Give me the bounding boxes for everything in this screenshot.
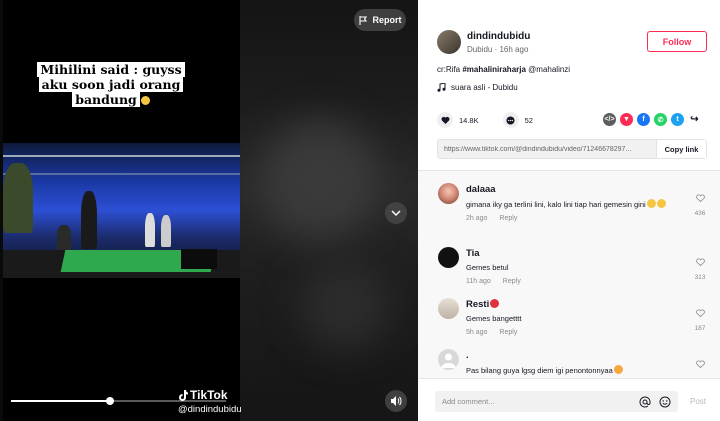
music-info[interactable]: suara asli - Dubidu [437,83,518,92]
details-panel: dindindubidu Dubidu · 16h ago Follow cr:… [418,0,720,421]
commenter-avatar[interactable] [438,247,459,268]
description-text: cr:Rifa [437,65,463,74]
share-buttons: </> ▼ f ✆ t ↪ [603,113,701,126]
heart-outline-icon [695,194,705,203]
crying-emoji-icon [656,199,666,208]
next-video-button[interactable] [385,202,407,224]
embed-icon[interactable]: </> [603,113,616,126]
volume-button[interactable] [385,390,407,412]
comment-text: Pas bilang guya lgsg diem igi penontonny… [466,365,681,376]
comment-input[interactable] [435,397,638,406]
comment-time: 5h ago [466,329,488,336]
like-button[interactable] [437,112,453,128]
hashtag-link[interactable]: #mahaliniraharja [462,65,526,74]
copy-link-button[interactable]: Copy link [656,140,706,158]
comment-time: 11h ago [466,278,491,285]
chevron-down-icon [391,209,401,216]
tiktok-watermark: TikTok @dindindubidu [178,388,242,415]
author-username[interactable]: dindindubidu [467,31,530,42]
flag-icon [358,15,367,25]
mention-link[interactable]: @mahalinzi [526,65,570,74]
comment-text: gimana iky ga terlini lini, kalo lini ti… [466,199,681,210]
volume-icon [390,396,401,406]
comment-like-count: 187 [694,325,706,332]
commenter-username[interactable]: Tia [466,248,681,259]
video-progress-fill [11,400,110,402]
commenter-username[interactable]: Resti [466,299,681,310]
facebook-icon[interactable]: f [637,113,650,126]
default-avatar-icon [441,353,456,368]
comment-like-count: 313 [694,274,706,281]
reply-button[interactable]: Reply [503,278,521,285]
video-progress-knob[interactable] [105,397,114,405]
author-info[interactable]: dindindubidu Dubidu · 16h ago [437,30,530,54]
watermark-brand: TikTok [190,388,228,402]
mention-icon[interactable] [638,395,652,409]
emoji-picker-icon[interactable] [658,395,672,409]
strawberry-emoji-icon [490,299,500,308]
comment-text: Gemes bangetttt [466,314,522,323]
commenter-avatar[interactable] [438,183,459,204]
heart-outline-icon [695,258,705,267]
friends-icon[interactable]: ▼ [620,113,633,126]
heart-outline-icon [695,309,705,318]
comment-like-button[interactable]: 313 [691,253,709,281]
post-comment-button[interactable]: Post [690,397,706,406]
author-display-name: Dubidu [467,44,493,54]
video-player[interactable]: Mihilini said : guyss aku soon jadi oran… [0,0,418,421]
music-note-icon [437,83,446,92]
comment-meta: 5h ago Reply [466,329,681,336]
reply-button[interactable]: Reply [499,329,517,336]
add-comment-bar: Post [418,378,720,421]
watermark-handle: @dindindubidu [178,404,242,415]
comment-button[interactable] [502,112,519,128]
commenter-avatar[interactable] [438,349,459,370]
video-link[interactable]: https://www.tiktok.com/@dindindubidu/vid… [438,146,656,153]
whatsapp-icon[interactable]: ✆ [654,113,667,126]
comment-like-button[interactable] [691,355,709,373]
comment-icon [506,115,515,125]
report-button[interactable]: Report [354,9,406,31]
comment-list[interactable]: dalaaa gimana iky ga terlini lini, kalo … [418,170,720,378]
comment-like-button[interactable]: 187 [691,304,709,332]
author-avatar[interactable] [437,30,461,54]
like-count: 14.8K [459,115,479,125]
author-meta: Dubidu · 16h ago [467,44,529,54]
heart-icon [441,116,449,124]
heart-outline-icon [695,360,705,369]
reply-button[interactable]: Reply [499,215,517,222]
post-description: cr:Rifa #mahaliniraharja @mahalinzi [437,65,570,74]
comment-text: Gemes betul [466,263,509,272]
commenter-username[interactable]: . [466,350,681,361]
twitter-icon[interactable]: t [671,113,684,126]
comment-time: 2h ago [466,215,488,222]
comment-count: 52 [524,115,533,125]
crying-emoji-icon [646,199,656,208]
follow-button[interactable]: Follow [647,31,707,52]
report-label: Report [372,15,402,25]
share-icon[interactable]: ↪ [688,113,701,126]
music-title[interactable]: suara asli - Dubidu [451,83,518,92]
comment-like-button[interactable]: 436 [691,189,709,217]
tiktok-logo-icon [179,389,188,401]
comment-meta: 11h ago Reply [466,278,681,285]
comment-like-count: 436 [694,210,706,217]
emoji-icon [140,96,150,105]
commenter-avatar[interactable] [438,298,459,319]
commenter-username[interactable]: dalaaa [466,184,681,195]
emoji-icon [613,365,623,374]
add-comment-box [435,391,678,412]
comment-meta: 2h ago Reply [466,215,681,222]
post-stats: 14.8K 52 [437,112,557,128]
link-box: https://www.tiktok.com/@dindindubidu/vid… [437,139,707,159]
video-caption: Mihilini said : guyss aku soon jadi oran… [36,62,186,107]
post-time: 16h ago [499,44,529,54]
video-stage-scene [3,143,240,278]
